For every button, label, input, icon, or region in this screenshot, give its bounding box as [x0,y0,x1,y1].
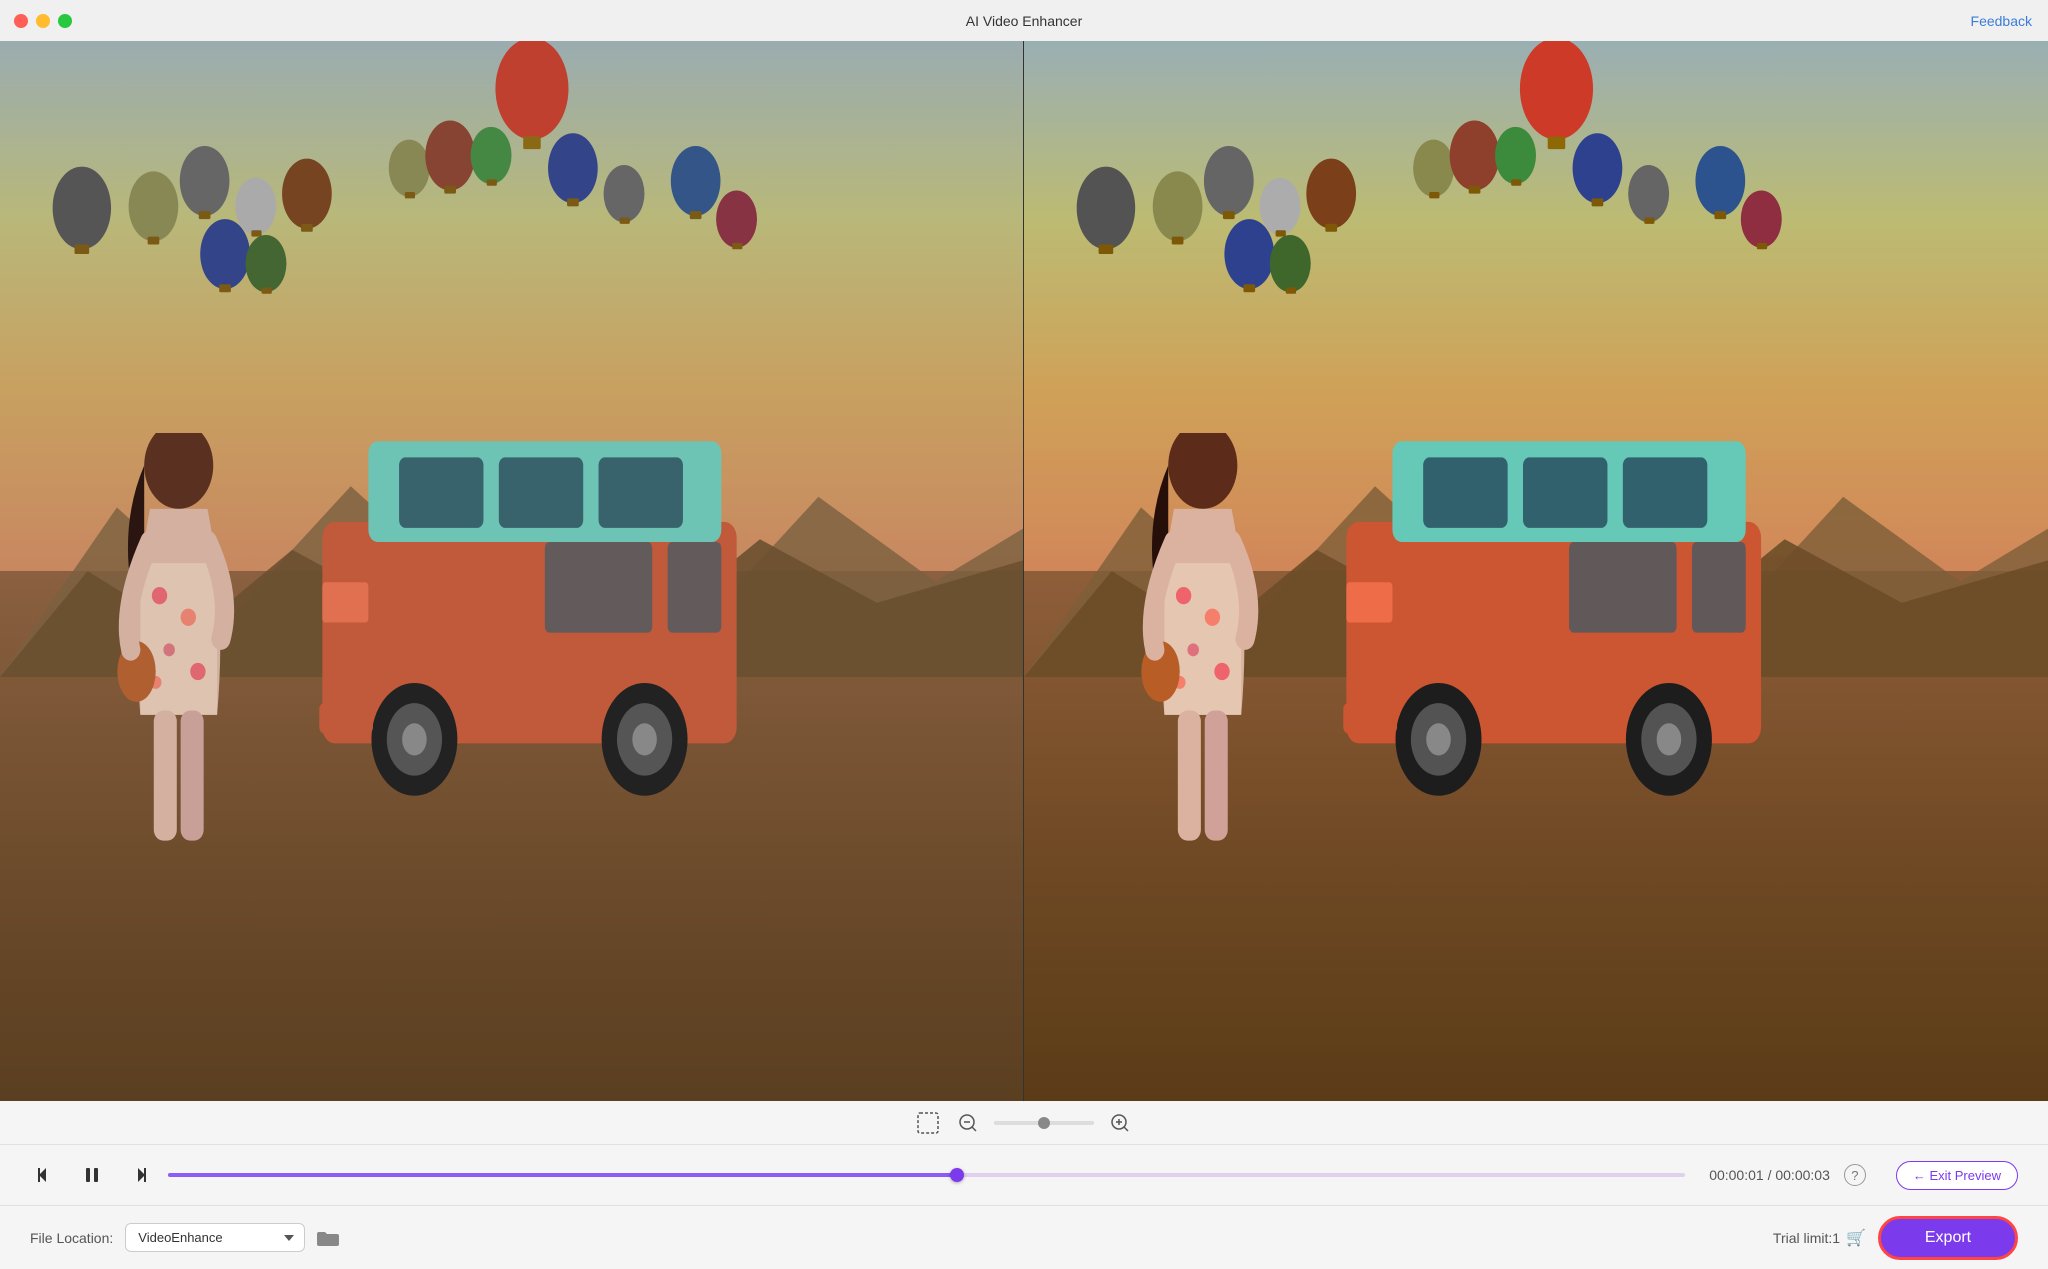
zoom-out-button[interactable] [954,1109,982,1137]
time-display: 00:00:01 / 00:00:03 [1709,1167,1830,1183]
scene-right [1024,41,2048,1101]
zoom-slider[interactable] [994,1121,1094,1125]
person-right [1126,433,1280,910]
forward-button[interactable] [122,1159,154,1191]
bottom-bar: File Location: VideoEnhance Desktop Down… [0,1205,2048,1269]
scene-left [0,41,1023,1101]
trial-limit: Trial limit:1 🛒 [1773,1228,1866,1248]
window-controls [14,14,72,28]
video-area [0,41,2048,1101]
app-title: AI Video Enhancer [966,13,1083,29]
progress-bar[interactable] [168,1173,1685,1177]
video-panel-right [1024,41,2048,1101]
current-time: 00:00:01 [1709,1167,1764,1183]
exit-preview-button[interactable]: ← Exit Preview [1896,1161,2018,1190]
rewind-button[interactable] [30,1159,62,1191]
close-button[interactable] [14,14,28,28]
folder-browse-button[interactable] [317,1228,339,1248]
export-label: Export [1925,1229,1971,1246]
video-container [0,41,2048,1101]
maximize-button[interactable] [58,14,72,28]
trial-limit-text: Trial limit:1 [1773,1230,1840,1246]
cart-icon: 🛒 [1846,1228,1866,1248]
titlebar: AI Video Enhancer Feedback [0,0,2048,41]
crop-button[interactable] [914,1109,942,1137]
person-left [102,433,255,910]
exit-preview-label: ← Exit Preview [1913,1168,2001,1183]
controls-bar: 00:00:01 / 00:00:03 ? ← Exit Preview [0,1101,2048,1205]
feedback-link[interactable]: Feedback [1971,13,2032,29]
progress-fill [168,1173,957,1177]
van-right [1331,401,1792,804]
video-panel-left [0,41,1024,1101]
export-button[interactable]: Export [1878,1216,2018,1260]
pause-button[interactable] [76,1159,108,1191]
file-location-label: File Location: [30,1230,113,1246]
zoom-in-button[interactable] [1106,1109,1134,1137]
total-time: 00:00:03 [1775,1167,1830,1183]
zoom-bar [0,1101,2048,1145]
minimize-button[interactable] [36,14,50,28]
van-left [307,401,767,804]
help-button[interactable]: ? [1844,1164,1866,1186]
folder-select[interactable]: VideoEnhance Desktop Downloads [125,1223,305,1252]
time-separator: / [1768,1167,1772,1183]
progress-thumb [950,1168,964,1182]
playback-bar: 00:00:01 / 00:00:03 ? ← Exit Preview [0,1145,2048,1205]
